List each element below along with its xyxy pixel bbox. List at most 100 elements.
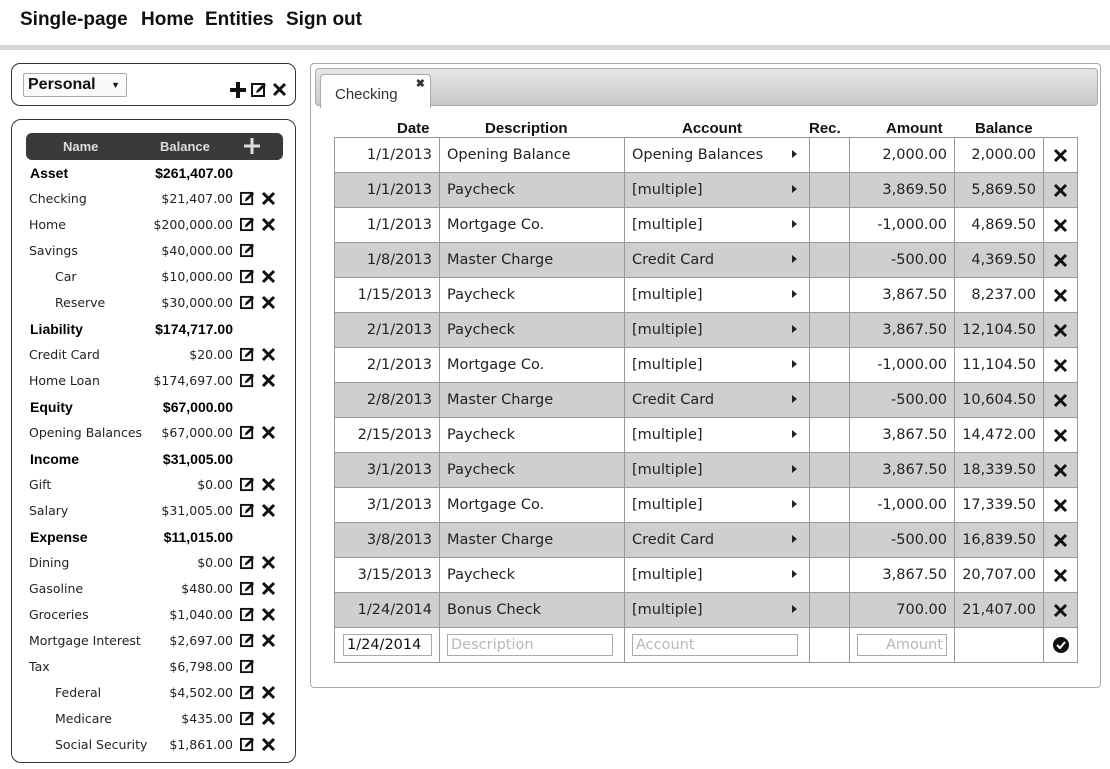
account-name[interactable]: Social Security — [55, 737, 147, 752]
account-row[interactable]: Mortgage Interest $2,697.00 — [12, 628, 297, 654]
new-account-input[interactable] — [632, 634, 798, 656]
account-name[interactable]: Opening Balances — [29, 425, 142, 440]
account-name[interactable]: Dining — [29, 555, 69, 570]
expand-arrow-icon[interactable] — [792, 500, 797, 508]
delete-account-icon[interactable] — [261, 477, 276, 492]
txn-description[interactable]: Master Charge — [439, 522, 625, 558]
txn-amount[interactable]: -1,000.00 — [849, 207, 955, 243]
edit-account-icon[interactable] — [240, 295, 255, 310]
account-row[interactable]: Checking $21,407.00 — [12, 186, 297, 212]
transaction-row[interactable]: 1/24/2014 Bonus Check [multiple] 700.00 21,4… — [334, 592, 1078, 628]
txn-account[interactable]: [multiple] — [624, 172, 810, 208]
nav-home[interactable]: Home — [141, 9, 194, 31]
account-row[interactable]: Salary $31,005.00 — [12, 498, 297, 524]
delete-transaction-icon[interactable] — [1053, 568, 1068, 583]
delete-transaction-icon[interactable] — [1053, 148, 1068, 163]
txn-description[interactable]: Paycheck — [439, 417, 625, 453]
txn-amount[interactable]: -1,000.00 — [849, 487, 955, 523]
account-row[interactable]: Car $10,000.00 — [12, 264, 297, 290]
txn-account[interactable]: [multiple] — [624, 347, 810, 383]
delete-account-icon[interactable] — [261, 347, 276, 362]
account-name[interactable]: Credit Card — [29, 347, 100, 362]
expand-arrow-icon[interactable] — [792, 535, 797, 543]
save-check-icon[interactable] — [1052, 637, 1069, 653]
account-name[interactable]: Gasoline — [29, 581, 83, 596]
txn-account[interactable]: [multiple] — [624, 312, 810, 348]
txn-amount[interactable]: 700.00 — [849, 592, 955, 628]
tab-checking[interactable]: Checking ✖ — [320, 74, 431, 108]
account-name[interactable]: Reserve — [55, 295, 105, 310]
edit-account-icon[interactable] — [240, 217, 255, 232]
edit-account-icon[interactable] — [240, 269, 255, 284]
delete-account-icon[interactable] — [261, 711, 276, 726]
txn-amount[interactable]: 2,000.00 — [849, 137, 955, 173]
txn-account[interactable]: [multiple] — [624, 592, 810, 628]
edit-account-icon[interactable] — [240, 685, 255, 700]
txn-date[interactable]: 1/1/2013 — [334, 137, 440, 173]
account-name[interactable]: Car — [55, 269, 77, 284]
account-name[interactable]: Tax — [29, 659, 50, 674]
delete-account-icon[interactable] — [261, 581, 276, 596]
expand-arrow-icon[interactable] — [792, 185, 797, 193]
entity-select[interactable]: Personal ▼ — [23, 73, 127, 97]
edit-account-icon[interactable] — [240, 633, 255, 648]
delete-account-icon[interactable] — [261, 269, 276, 284]
txn-amount[interactable]: -500.00 — [849, 242, 955, 278]
transaction-row[interactable]: 3/1/2013 Paycheck [multiple] 3,867.50 18,339… — [334, 452, 1078, 488]
txn-description[interactable]: Master Charge — [439, 242, 625, 278]
new-amount-input[interactable] — [857, 634, 947, 656]
edit-account-icon[interactable] — [240, 555, 255, 570]
txn-account[interactable]: Credit Card — [624, 382, 810, 418]
account-name[interactable]: Groceries — [29, 607, 89, 622]
txn-description[interactable]: Mortgage Co. — [439, 487, 625, 523]
nav-single-page[interactable]: Single-page — [20, 9, 128, 31]
expand-arrow-icon[interactable] — [792, 605, 797, 613]
edit-account-icon[interactable] — [240, 659, 255, 674]
expand-arrow-icon[interactable] — [792, 255, 797, 263]
txn-description[interactable]: Bonus Check — [439, 592, 625, 628]
delete-account-icon[interactable] — [261, 503, 276, 518]
expand-arrow-icon[interactable] — [792, 570, 797, 578]
close-icon[interactable]: ✖ — [416, 77, 425, 90]
txn-amount[interactable]: 3,869.50 — [849, 172, 955, 208]
edit-account-icon[interactable] — [240, 581, 255, 596]
account-name[interactable]: Checking — [29, 191, 87, 206]
delete-account-icon[interactable] — [261, 685, 276, 700]
txn-amount[interactable]: -500.00 — [849, 522, 955, 558]
transaction-row[interactable]: 2/15/2013 Paycheck [multiple] 3,867.50 14,47… — [334, 417, 1078, 453]
expand-arrow-icon[interactable] — [792, 430, 797, 438]
txn-description[interactable]: Paycheck — [439, 172, 625, 208]
delete-account-icon[interactable] — [261, 295, 276, 310]
edit-account-icon[interactable] — [240, 477, 255, 492]
delete-transaction-icon[interactable] — [1053, 463, 1068, 478]
edit-account-icon[interactable] — [240, 373, 255, 388]
expand-arrow-icon[interactable] — [792, 395, 797, 403]
txn-description[interactable]: Paycheck — [439, 312, 625, 348]
delete-transaction-icon[interactable] — [1053, 393, 1068, 408]
delete-transaction-icon[interactable] — [1053, 498, 1068, 513]
delete-transaction-icon[interactable] — [1053, 288, 1068, 303]
txn-account[interactable]: [multiple] — [624, 277, 810, 313]
txn-account[interactable]: Credit Card — [624, 522, 810, 558]
add-entity-icon[interactable] — [230, 82, 246, 98]
account-name[interactable]: Federal — [55, 685, 101, 700]
account-row[interactable]: Opening Balances $67,000.00 — [12, 420, 297, 446]
account-name[interactable]: Home Loan — [29, 373, 100, 388]
txn-date[interactable]: 2/1/2013 — [334, 347, 440, 383]
transaction-row[interactable]: 1/1/2013 Opening Balance Opening Balances 2… — [334, 137, 1078, 173]
account-row[interactable]: Home $200,000.00 — [12, 212, 297, 238]
delete-account-icon[interactable] — [261, 191, 276, 206]
nav-entities[interactable]: Entities — [205, 9, 274, 31]
txn-account[interactable]: [multiple] — [624, 452, 810, 488]
transaction-row[interactable]: 3/1/2013 Mortgage Co. [multiple] -1,000.00 1… — [334, 487, 1078, 523]
account-name[interactable]: Salary — [29, 503, 68, 518]
delete-account-icon[interactable] — [261, 555, 276, 570]
transaction-row[interactable]: 2/8/2013 Master Charge Credit Card -500.00 1… — [334, 382, 1078, 418]
expand-arrow-icon[interactable] — [792, 290, 797, 298]
txn-date[interactable]: 2/1/2013 — [334, 312, 440, 348]
delete-transaction-icon[interactable] — [1053, 533, 1068, 548]
account-name[interactable]: Medicare — [55, 711, 112, 726]
edit-entity-icon[interactable] — [251, 82, 267, 98]
txn-amount[interactable]: 3,867.50 — [849, 277, 955, 313]
delete-account-icon[interactable] — [261, 217, 276, 232]
